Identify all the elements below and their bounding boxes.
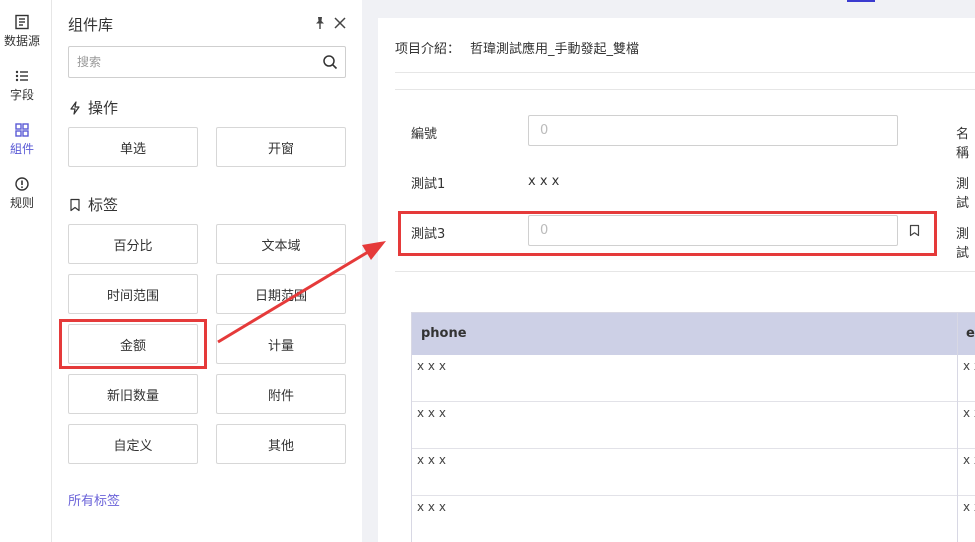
divider [395, 72, 975, 73]
table-cell[interactable]: x x [958, 449, 975, 496]
rail-item-label: 組件 [9, 142, 34, 156]
bookmark-icon [70, 198, 80, 211]
lightning-icon [70, 100, 80, 115]
table-cell[interactable]: x x [958, 402, 975, 449]
grid-icon [15, 123, 29, 137]
field-label-bianhao: 編號 [411, 127, 438, 142]
highlight-box-test3 [398, 211, 937, 256]
search-input[interactable] [69, 47, 309, 77]
component-button-single-select[interactable]: 单选 [68, 127, 198, 167]
table-cell[interactable]: x x x [412, 402, 957, 449]
field-label-test-right: 測試 [956, 177, 970, 211]
table-cell[interactable]: x x x [412, 496, 957, 542]
alert-circle-icon [15, 177, 29, 191]
component-button-open-window[interactable]: 开窗 [216, 127, 346, 167]
left-rail: 数据源 字段 組件 规则 [0, 0, 52, 542]
component-button-textarea[interactable]: 文本域 [216, 224, 346, 264]
divider [395, 271, 975, 272]
component-button-time-range[interactable]: 时间范围 [68, 274, 198, 314]
component-button-date-range[interactable]: 日期范围 [216, 274, 346, 314]
rail-item-fields[interactable]: 字段 [0, 68, 44, 103]
search-box [68, 46, 346, 78]
rail-item-rules[interactable]: 规则 [0, 176, 44, 211]
datasource-icon [15, 14, 29, 30]
project-intro: 项目介紹： 哲瑋測試應用_手動發起_雙檔 [395, 38, 639, 57]
table-header-phone[interactable]: phone [412, 313, 958, 355]
field-label-test1: 測試1 [411, 177, 446, 192]
rail-item-datasource[interactable]: 数据源 [0, 14, 44, 49]
component-panel: 组件库 操作 单选 开窗 标签 百分比 文本域 时间范围 日期范围 金额 计量 … [52, 0, 362, 542]
component-button-percent[interactable]: 百分比 [68, 224, 198, 264]
component-button-other[interactable]: 其他 [216, 424, 346, 464]
component-button-attachment[interactable]: 附件 [216, 374, 346, 414]
intro-label: 项目介紹： [395, 42, 461, 57]
all-tags-link[interactable]: 所有标签 [68, 490, 120, 509]
bianhao-input[interactable]: 0 [528, 115, 898, 146]
highlight-box-amount [59, 319, 207, 369]
section-actions-title: 操作 [68, 97, 118, 118]
rail-item-label: 字段 [9, 88, 34, 102]
test1-value: x x x [528, 174, 560, 189]
field-label-test-right: 測試 [956, 227, 970, 261]
table-cell[interactable]: x x [958, 355, 975, 402]
table-cell[interactable]: x x [958, 496, 975, 542]
table-cell[interactable]: x x x [412, 449, 957, 496]
data-table: phone em x x x x x x x x x x x x x x x x… [411, 312, 975, 542]
rail-item-components[interactable]: 組件 [0, 122, 44, 157]
intro-value: 哲瑋測試應用_手動發起_雙檔 [470, 42, 640, 57]
form-canvas: 项目介紹： 哲瑋測試應用_手動發起_雙檔 編號 0 名稱 測試1 x x x 測試… [378, 18, 975, 542]
close-icon[interactable] [333, 16, 347, 30]
panel-title: 组件库 [68, 16, 114, 34]
table-cell[interactable]: x x x [412, 355, 957, 402]
list-icon [15, 70, 28, 82]
rail-item-label: 数据源 [3, 34, 40, 48]
divider [395, 89, 975, 90]
section-tags-title: 标签 [68, 194, 118, 215]
pin-icon[interactable] [313, 16, 327, 30]
component-button-old-new-quantity[interactable]: 新旧数量 [68, 374, 198, 414]
section-title-text: 操作 [88, 99, 119, 117]
section-title-text: 标签 [88, 196, 119, 214]
field-label-name: 名稱 [956, 127, 970, 161]
rail-item-label: 规则 [9, 196, 34, 210]
component-button-measure[interactable]: 计量 [216, 324, 346, 364]
component-button-custom[interactable]: 自定义 [68, 424, 198, 464]
top-accent-mark [847, 0, 875, 2]
table-header-email[interactable]: em [958, 313, 975, 355]
search-icon[interactable] [322, 54, 338, 70]
